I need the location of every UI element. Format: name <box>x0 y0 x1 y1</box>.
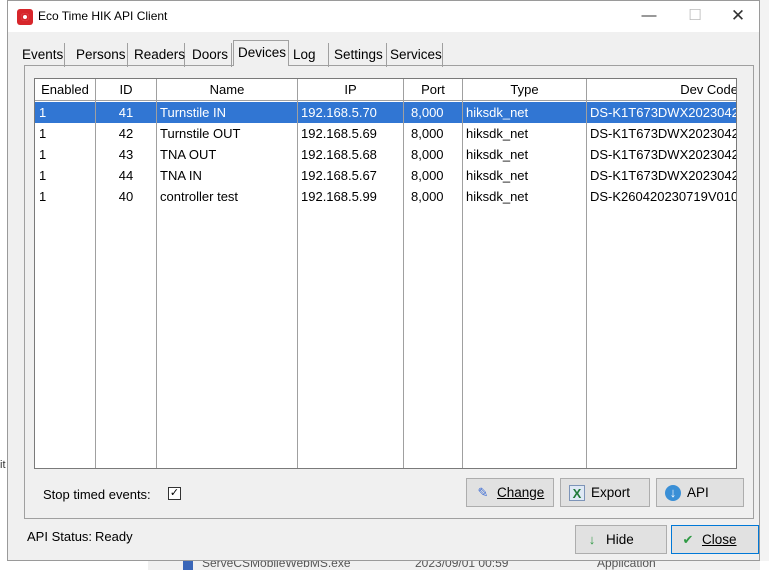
checkmark-icon: ✔ <box>682 532 694 547</box>
cell-dev-code: DS-K1T673DWX20230421 <box>590 105 737 120</box>
cell-name: TNA OUT <box>160 147 217 162</box>
cell-id: 44 <box>118 168 134 183</box>
cell-dev-code: DS-K1T673DWX20230421 <box>590 147 737 162</box>
background-left-fragment: it <box>0 459 6 471</box>
column-header-id[interactable]: ID <box>96 79 156 101</box>
cell-enabled: 1 <box>39 105 47 120</box>
tab-settings[interactable]: Settings <box>330 43 387 67</box>
background-file-type: Application <box>597 561 656 570</box>
background-file-date: 2023/09/01 00:59 <box>415 561 509 570</box>
background-file-name: ServeCSMobileWebMS.exe <box>202 561 351 570</box>
cell-ip: 192.168.5.70 <box>301 105 377 120</box>
column-header-ip[interactable]: IP <box>298 79 403 101</box>
arrow-down-icon: ↓ <box>588 532 596 547</box>
devices-table[interactable]: Enabled ID Name IP Port Type Dev Code 1 … <box>34 78 737 469</box>
column-divider <box>403 79 404 468</box>
cell-port: 8,000 <box>411 189 444 204</box>
cell-enabled: 1 <box>39 126 47 141</box>
background-file-row: ServeCSMobileWebMS.exe 2023/09/01 00:59 … <box>148 561 760 570</box>
table-row[interactable]: 1 41 Turnstile IN 192.168.5.70 8,000 hik… <box>35 102 737 123</box>
column-divider <box>156 79 157 468</box>
cell-ip: 192.168.5.69 <box>301 126 377 141</box>
tab-events[interactable]: Events <box>18 43 65 67</box>
change-button[interactable]: ✎ Change <box>466 478 554 507</box>
cell-dev-code: DS-K1T673DWX20230421 <box>590 126 737 141</box>
cell-enabled: 1 <box>39 147 47 162</box>
cell-dev-code: DS-K1T673DWX20230421 <box>590 168 737 183</box>
cell-ip: 192.168.5.67 <box>301 168 377 183</box>
cell-name: Turnstile OUT <box>160 126 241 141</box>
stop-timed-events-label: Stop timed events: <box>43 487 151 502</box>
excel-export-icon: X <box>569 485 585 501</box>
title-bar: Eco Time HIK API Client — ☐ ✕ <box>8 1 759 32</box>
api-status-value: Ready <box>95 529 133 544</box>
tab-devices[interactable]: Devices <box>233 40 289 66</box>
cell-type: hiksdk_net <box>466 147 529 162</box>
column-header-name[interactable]: Name <box>157 79 297 101</box>
tab-persons[interactable]: Persons <box>72 43 128 67</box>
table-row[interactable]: 1 43 TNA OUT 192.168.5.68 8,000 hiksdk_n… <box>35 144 737 165</box>
close-window-button[interactable]: ✕ <box>715 1 761 32</box>
stop-timed-events-checkbox[interactable]: ✓ <box>168 487 181 500</box>
cell-name: Turnstile IN <box>160 105 226 120</box>
background-desktop-strip <box>760 0 769 570</box>
hide-button[interactable]: ↓ Hide <box>575 525 667 554</box>
tab-log[interactable]: Log <box>289 43 329 67</box>
tab-doors[interactable]: Doors <box>188 43 232 67</box>
column-header-dev-code[interactable]: Dev Code <box>587 79 736 101</box>
cell-type: hiksdk_net <box>466 189 529 204</box>
cell-type: hiksdk_net <box>466 168 529 183</box>
tab-readers[interactable]: Readers <box>130 43 185 67</box>
cell-ip: 192.168.5.68 <box>301 147 377 162</box>
api-button-label: API <box>687 485 709 500</box>
cloud-download-icon: ↓ <box>665 485 681 501</box>
cell-name: TNA IN <box>160 168 202 183</box>
table-row[interactable]: 1 42 Turnstile OUT 192.168.5.69 8,000 hi… <box>35 123 737 144</box>
minimize-button[interactable]: — <box>626 1 672 32</box>
cell-id: 42 <box>118 126 134 141</box>
cell-port: 8,000 <box>411 168 444 183</box>
column-divider <box>297 79 298 468</box>
app-logo-icon <box>17 9 33 25</box>
app-window: Eco Time HIK API Client — ☐ ✕ Events Per… <box>7 0 760 561</box>
cell-id: 40 <box>118 189 134 204</box>
export-button-label: Export <box>591 485 631 500</box>
column-divider <box>462 79 463 468</box>
cell-enabled: 1 <box>39 189 47 204</box>
cell-type: hiksdk_net <box>466 126 529 141</box>
tab-services[interactable]: Services <box>386 43 443 67</box>
cell-dev-code: DS-K260420230719V0101 <box>590 189 737 204</box>
hide-button-label: Hide <box>606 532 634 547</box>
cell-ip: 192.168.5.99 <box>301 189 377 204</box>
change-button-label: Change <box>497 485 545 500</box>
cell-port: 8,000 <box>411 126 444 141</box>
cell-port: 8,000 <box>411 147 444 162</box>
maximize-button[interactable]: ☐ <box>672 1 718 32</box>
export-button[interactable]: X Export <box>560 478 650 507</box>
api-button[interactable]: ↓ API <box>656 478 744 507</box>
column-header-port[interactable]: Port <box>404 79 462 101</box>
table-row[interactable]: 1 44 TNA IN 192.168.5.67 8,000 hiksdk_ne… <box>35 165 737 186</box>
close-button[interactable]: ✔ Close <box>671 525 759 554</box>
column-header-enabled[interactable]: Enabled <box>35 79 95 101</box>
cell-enabled: 1 <box>39 168 47 183</box>
cell-id: 41 <box>118 105 134 120</box>
cell-name: controller test <box>160 189 239 204</box>
api-status-label: API Status: <box>27 529 93 544</box>
pencil-icon: ✎ <box>477 485 489 500</box>
column-divider <box>95 79 96 468</box>
cell-id: 43 <box>118 147 134 162</box>
file-icon <box>183 561 193 570</box>
cell-port: 8,000 <box>411 105 444 120</box>
close-button-label: Close <box>702 532 737 547</box>
cell-type: hiksdk_net <box>466 105 529 120</box>
table-row[interactable]: 1 40 controller test 192.168.5.99 8,000 … <box>35 186 737 207</box>
window-title: Eco Time HIK API Client <box>38 9 168 23</box>
column-header-type[interactable]: Type <box>463 79 586 101</box>
column-divider <box>586 79 587 468</box>
